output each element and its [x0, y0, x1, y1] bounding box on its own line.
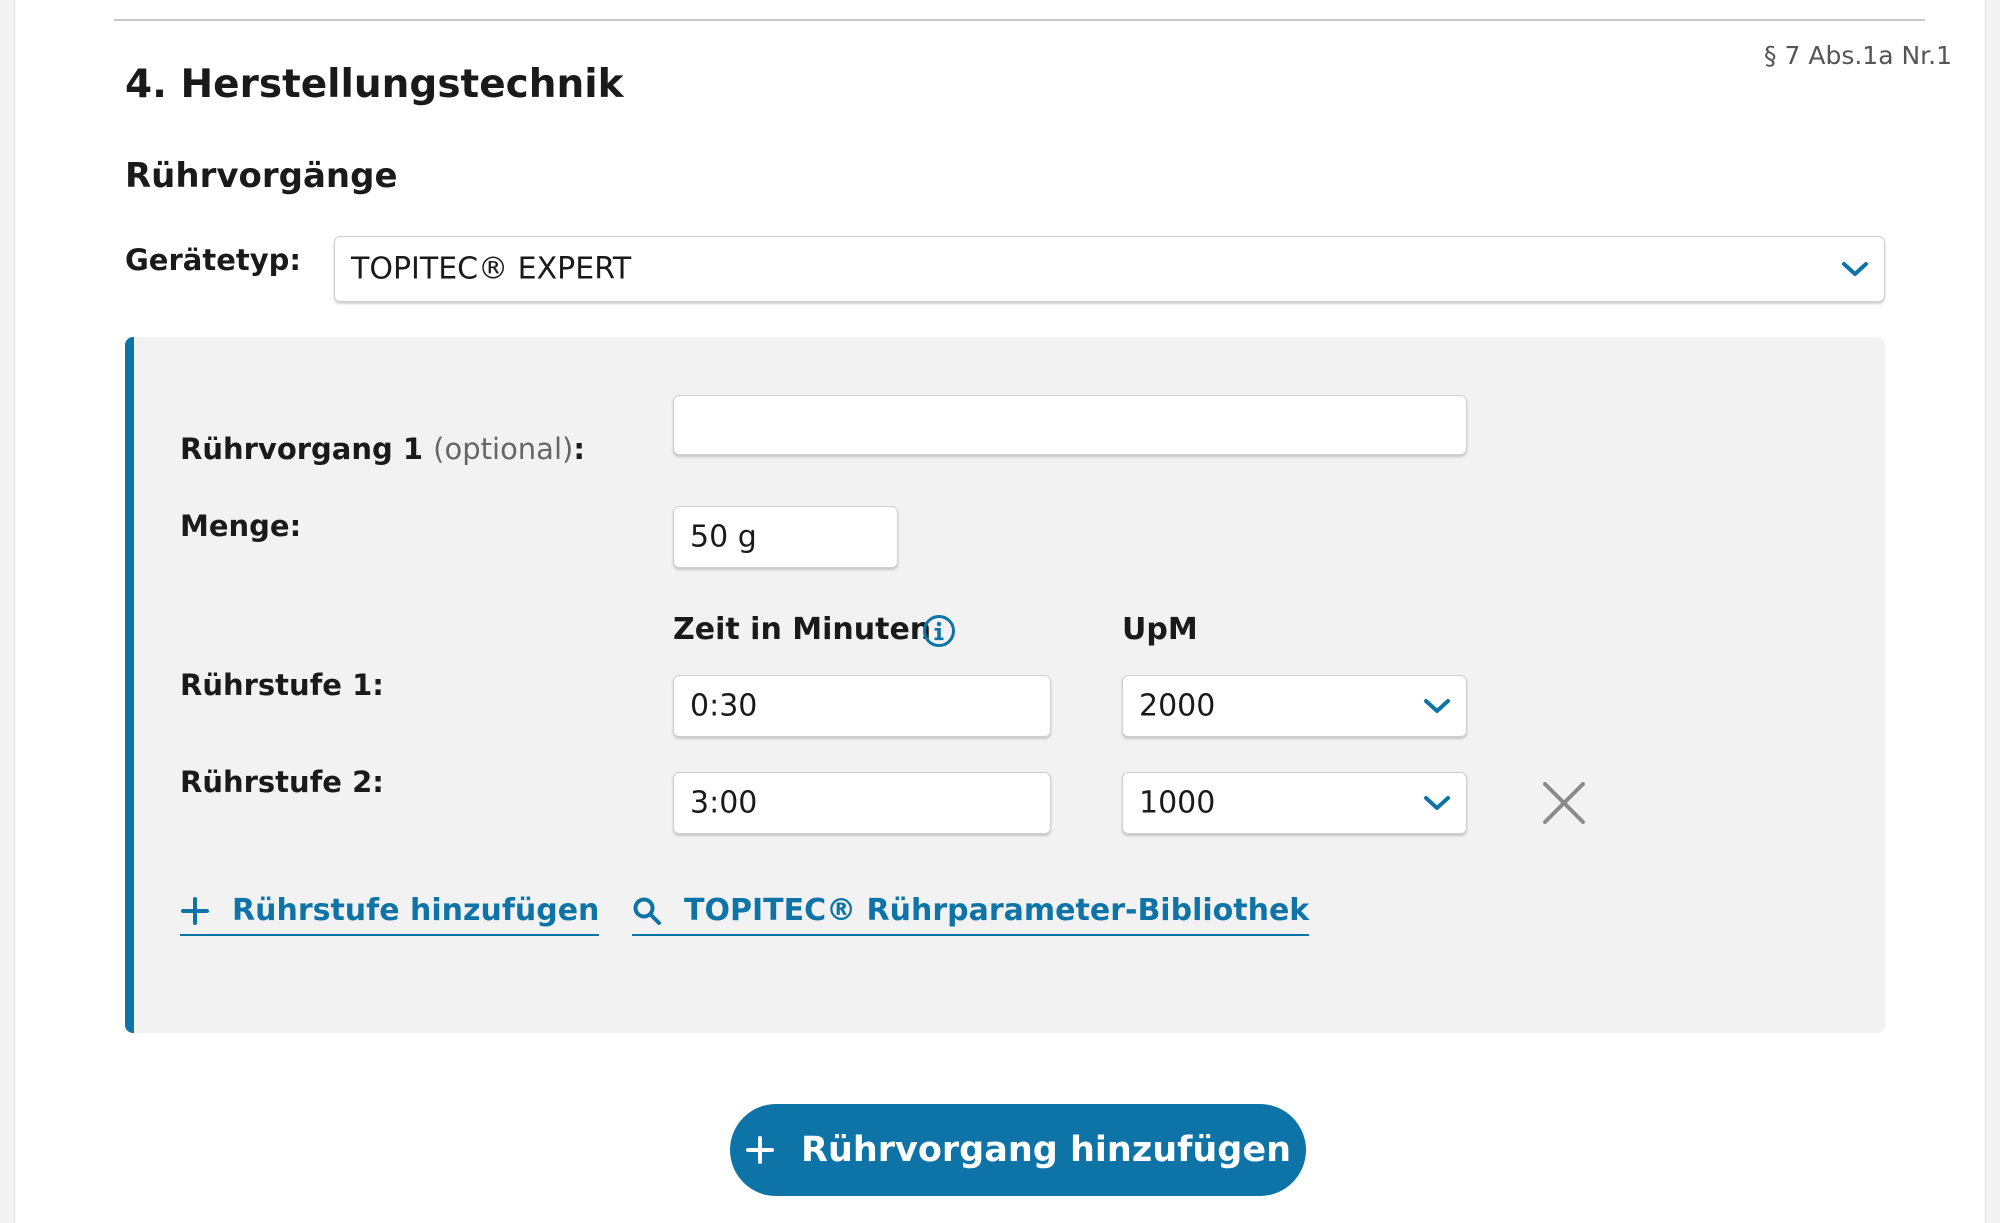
- stir-step-1-time-input[interactable]: 0:30: [673, 675, 1051, 737]
- subsection-title: Rührvorgänge: [125, 156, 398, 196]
- rpm-column-header: UpM: [1122, 612, 1198, 647]
- amount-value: 50 g: [690, 519, 757, 555]
- plus-icon: [181, 896, 209, 925]
- divider: [114, 19, 1925, 21]
- stir-process-panel: Rührvorgang 1 (optional): Menge: 50 g Ze…: [125, 337, 1885, 1033]
- chevron-down-icon: [1424, 699, 1450, 713]
- add-stir-step-link[interactable]: Rührstufe hinzufügen: [180, 893, 600, 936]
- stir-parameter-library-link[interactable]: TOPITEC® Rührparameter-Bibliothek: [632, 893, 1310, 936]
- device-type-select[interactable]: TOPITEC® EXPERT: [334, 236, 1885, 302]
- amount-label: Menge:: [180, 509, 302, 543]
- info-icon[interactable]: [922, 614, 956, 648]
- form-page: § 7 Abs.1a Nr.1 4. Herstellungstechnik R…: [14, 0, 1986, 1223]
- add-stir-process-button[interactable]: Rührvorgang hinzufügen: [730, 1104, 1306, 1196]
- stir-step-2-time-value: 3:00: [690, 785, 758, 821]
- chevron-down-icon: [1424, 796, 1450, 810]
- search-icon: [633, 897, 661, 925]
- device-type-label: Gerätetyp:: [125, 243, 301, 277]
- stir-process-name-label: Rührvorgang 1 (optional):: [180, 432, 585, 466]
- plus-icon: [746, 1136, 775, 1164]
- amount-input[interactable]: 50 g: [673, 506, 898, 568]
- stir-step-1-time-value: 0:30: [690, 688, 758, 724]
- stir-step-1-label: Rührstufe 1:: [180, 668, 384, 702]
- remove-step-icon[interactable]: [1541, 780, 1587, 826]
- device-type-value: TOPITEC® EXPERT: [351, 251, 632, 287]
- stir-step-1-rpm-value: 2000: [1139, 688, 1216, 724]
- stir-step-2-time-input[interactable]: 3:00: [673, 772, 1051, 834]
- section-title: 4. Herstellungstechnik: [125, 62, 624, 107]
- stir-step-2-rpm-select[interactable]: 1000: [1122, 772, 1467, 834]
- stir-step-1-rpm-select[interactable]: 2000: [1122, 675, 1467, 737]
- stir-process-name-input[interactable]: [673, 395, 1467, 455]
- stir-step-2-rpm-value: 1000: [1139, 785, 1216, 821]
- stir-step-2-label: Rührstufe 2:: [180, 765, 384, 799]
- legal-reference: § 7 Abs.1a Nr.1: [1764, 41, 1952, 70]
- time-column-header: Zeit in Minuten: [673, 612, 932, 647]
- chevron-down-icon: [1842, 262, 1868, 276]
